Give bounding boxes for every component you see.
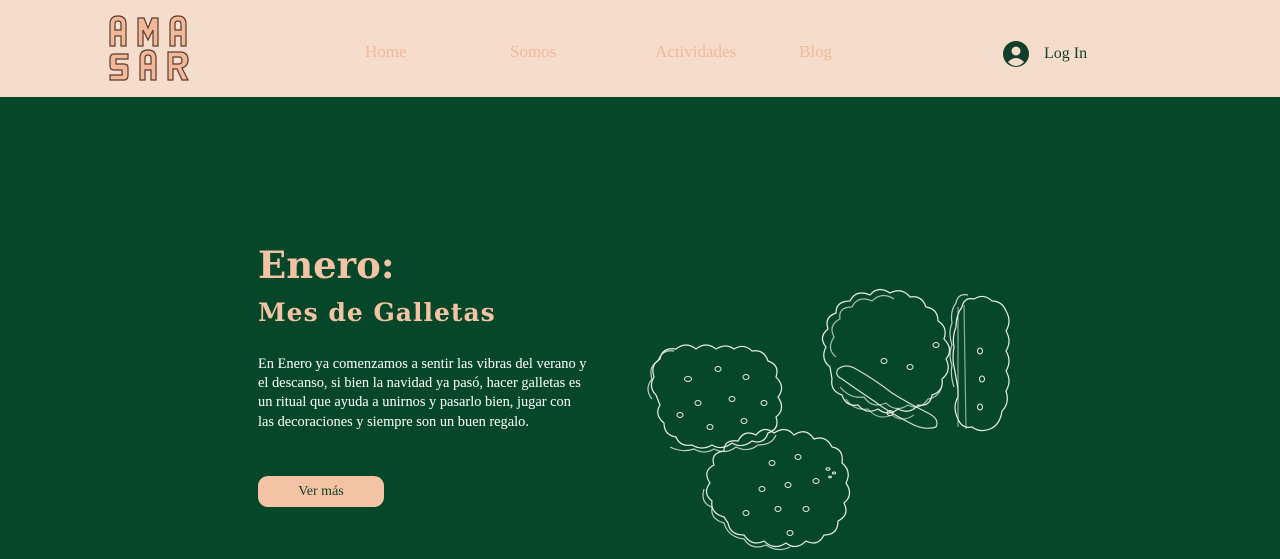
hero-description: En Enero ya comenzamos a sentir las vibr…	[258, 356, 587, 430]
nav-link-home[interactable]: Home	[365, 42, 407, 62]
cookies-illustration	[640, 217, 1020, 552]
ver-mas-button[interactable]: Ver más	[258, 476, 384, 507]
main-nav: Home Somos Actividades Blog	[0, 42, 1280, 66]
hero-title: Enero:	[258, 243, 395, 287]
hero-section: Enero: Mes de Galletas En Enero ya comen…	[0, 97, 1280, 559]
hero-subtitle: Mes de Galletas	[258, 298, 496, 327]
nav-link-somos[interactable]: Somos	[510, 42, 556, 62]
login-button[interactable]: Log In	[1002, 39, 1087, 69]
user-avatar-icon	[1003, 41, 1029, 67]
login-label: Log In	[1044, 45, 1088, 62]
cookies-line-drawing-icon	[647, 288, 1010, 551]
nav-link-blog[interactable]: Blog	[799, 42, 832, 62]
site-header: Home Somos Actividades Blog Log In	[0, 0, 1280, 97]
nav-link-actividades[interactable]: Actividades	[655, 42, 736, 62]
